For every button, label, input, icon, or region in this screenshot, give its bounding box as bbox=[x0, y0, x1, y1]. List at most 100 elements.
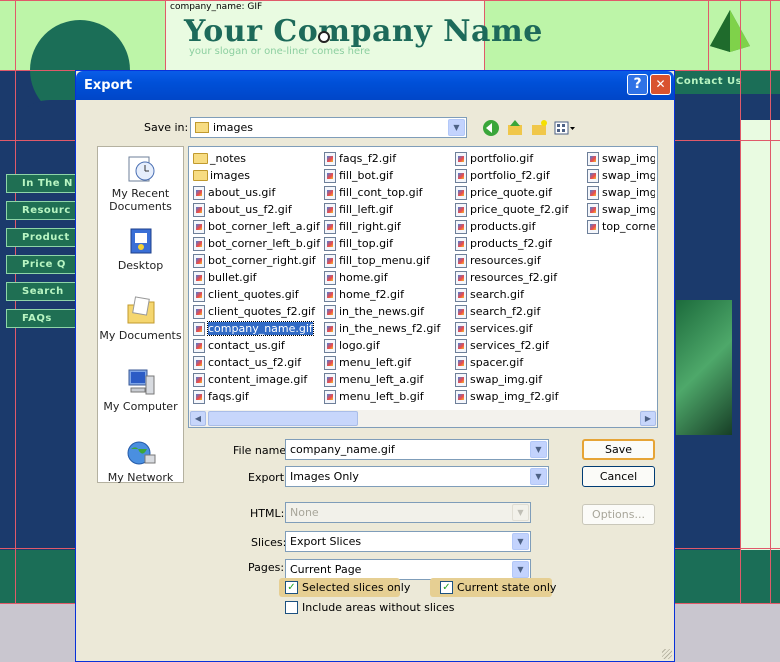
cancel-button[interactable]: Cancel bbox=[582, 466, 655, 487]
save-in-dropdown[interactable]: images ▼ bbox=[190, 117, 467, 138]
save-button[interactable]: Save bbox=[582, 439, 655, 460]
file-item[interactable]: portfolio_f2.gif bbox=[455, 167, 568, 184]
file-item[interactable]: search.gif bbox=[455, 286, 568, 303]
file-item[interactable]: products_f2.gif bbox=[455, 235, 568, 252]
gif-file-icon bbox=[587, 219, 599, 234]
gif-file-icon bbox=[324, 321, 336, 336]
file-item[interactable]: contact_us.gif bbox=[193, 337, 320, 354]
file-item[interactable]: swap_img_f2.gif bbox=[455, 388, 568, 405]
folder-item[interactable]: _notes bbox=[193, 150, 320, 167]
chevron-down-icon[interactable]: ▼ bbox=[512, 561, 529, 578]
file-name-input[interactable]: company_name.gif ▼ bbox=[285, 439, 549, 460]
file-item[interactable]: swap_img_ bbox=[587, 150, 655, 167]
nav-item-search[interactable]: Search bbox=[6, 282, 76, 301]
nav-item-news[interactable]: In The N bbox=[6, 174, 76, 193]
file-item[interactable]: portfolio.gif bbox=[455, 150, 568, 167]
file-item-selected[interactable]: company_name.gif bbox=[193, 320, 320, 337]
nav-item-resources[interactable]: Resourc bbox=[6, 201, 76, 220]
file-item[interactable]: spacer.gif bbox=[455, 354, 568, 371]
file-item[interactable]: fill_bot.gif bbox=[324, 167, 440, 184]
view-menu-icon[interactable] bbox=[554, 119, 576, 137]
file-item[interactable]: in_the_news_f2.gif bbox=[324, 320, 440, 337]
place-desktop[interactable]: Desktop bbox=[98, 225, 183, 272]
place-recent-documents[interactable]: My Recent Documents bbox=[98, 153, 183, 213]
file-item[interactable]: home_f2.gif bbox=[324, 286, 440, 303]
file-item[interactable]: price_quote.gif bbox=[455, 184, 568, 201]
nav-item-price[interactable]: Price Q bbox=[6, 255, 76, 274]
gif-file-icon bbox=[193, 338, 205, 353]
place-my-documents[interactable]: My Documents bbox=[98, 295, 183, 342]
file-item[interactable]: logo.gif bbox=[324, 337, 440, 354]
pages-dropdown[interactable]: Current Page ▼ bbox=[285, 559, 531, 580]
resize-grip-icon[interactable] bbox=[662, 649, 672, 659]
slices-dropdown[interactable]: Export Slices ▼ bbox=[285, 531, 531, 552]
scroll-thumb[interactable] bbox=[208, 411, 358, 426]
file-item[interactable]: client_quotes_f2.gif bbox=[193, 303, 320, 320]
export-dropdown[interactable]: Images Only ▼ bbox=[285, 466, 549, 487]
file-item[interactable]: fill_top_menu.gif bbox=[324, 252, 440, 269]
file-item[interactable]: top_corner bbox=[587, 218, 655, 235]
chevron-down-icon[interactable]: ▼ bbox=[530, 468, 547, 485]
folder-item[interactable]: images bbox=[193, 167, 320, 184]
selected-slices-checkbox[interactable]: ✓ Selected slices only bbox=[285, 581, 410, 594]
file-item[interactable]: faqs.gif bbox=[193, 388, 320, 405]
place-my-network[interactable]: My Network bbox=[98, 437, 183, 484]
save-in-label: Save in: bbox=[144, 121, 189, 134]
place-my-computer[interactable]: My Computer bbox=[98, 366, 183, 413]
file-list[interactable]: _notes images about_us.gif about_us_f2.g… bbox=[188, 146, 658, 428]
nav-item-products[interactable]: Product bbox=[6, 228, 76, 247]
up-folder-icon[interactable] bbox=[506, 119, 524, 137]
chevron-down-icon[interactable]: ▼ bbox=[448, 119, 465, 136]
file-item[interactable]: swap_img_ bbox=[587, 184, 655, 201]
file-item[interactable]: about_us.gif bbox=[193, 184, 320, 201]
chevron-down-icon[interactable]: ▼ bbox=[530, 441, 547, 458]
close-button[interactable]: ✕ bbox=[650, 74, 671, 95]
scroll-right-icon[interactable]: ▶ bbox=[640, 411, 656, 426]
file-item[interactable]: services.gif bbox=[455, 320, 568, 337]
file-item[interactable]: bot_corner_left_a.gif bbox=[193, 218, 320, 235]
gif-file-icon bbox=[455, 287, 467, 302]
file-item[interactable]: contact_us_f2.gif bbox=[193, 354, 320, 371]
file-item[interactable]: bullet.gif bbox=[193, 269, 320, 286]
title-bar[interactable]: Export ? ✕ bbox=[76, 71, 674, 100]
file-item[interactable]: fill_right.gif bbox=[324, 218, 440, 235]
horizontal-scrollbar[interactable]: ◀ ▶ bbox=[189, 410, 657, 427]
file-item[interactable]: content_image.gif bbox=[193, 371, 320, 388]
file-item[interactable]: products.gif bbox=[455, 218, 568, 235]
file-item[interactable]: bot_corner_right.gif bbox=[193, 252, 320, 269]
nav-item-faqs[interactable]: FAQs bbox=[6, 309, 76, 328]
gif-file-icon bbox=[324, 236, 336, 251]
file-item[interactable]: swap_img.gif bbox=[455, 371, 568, 388]
file-item[interactable]: fill_cont_top.gif bbox=[324, 184, 440, 201]
file-item[interactable]: about_us_f2.gif bbox=[193, 201, 320, 218]
help-button[interactable]: ? bbox=[627, 74, 648, 95]
file-item[interactable]: fill_top.gif bbox=[324, 235, 440, 252]
file-item[interactable]: swap_img_ bbox=[587, 167, 655, 184]
back-icon[interactable] bbox=[482, 119, 500, 137]
gif-file-icon bbox=[324, 168, 336, 183]
gif-file-icon bbox=[193, 372, 205, 387]
file-item[interactable]: resources_f2.gif bbox=[455, 269, 568, 286]
file-item[interactable]: client_quotes.gif bbox=[193, 286, 320, 303]
current-state-checkbox[interactable]: ✓ Current state only bbox=[440, 581, 556, 594]
file-item[interactable]: menu_left_a.gif bbox=[324, 371, 440, 388]
my-network-icon bbox=[127, 441, 155, 465]
file-item[interactable]: menu_left_b.gif bbox=[324, 388, 440, 405]
file-item[interactable]: fill_left.gif bbox=[324, 201, 440, 218]
scroll-left-icon[interactable]: ◀ bbox=[190, 411, 206, 426]
file-item[interactable]: services_f2.gif bbox=[455, 337, 568, 354]
file-item[interactable]: search_f2.gif bbox=[455, 303, 568, 320]
chevron-down-icon[interactable]: ▼ bbox=[512, 533, 529, 550]
include-areas-checkbox[interactable]: Include areas without slices bbox=[285, 601, 455, 614]
file-item[interactable]: resources.gif bbox=[455, 252, 568, 269]
file-item[interactable]: in_the_news.gif bbox=[324, 303, 440, 320]
chevron-down-icon: ▼ bbox=[512, 504, 529, 521]
file-item[interactable]: menu_left.gif bbox=[324, 354, 440, 371]
new-folder-icon[interactable] bbox=[530, 119, 548, 137]
file-item[interactable]: faqs_f2.gif bbox=[324, 150, 440, 167]
file-item[interactable]: home.gif bbox=[324, 269, 440, 286]
folder-icon bbox=[193, 153, 208, 164]
file-item[interactable]: bot_corner_left_b.gif bbox=[193, 235, 320, 252]
file-item[interactable]: swap_img_ bbox=[587, 201, 655, 218]
file-item[interactable]: price_quote_f2.gif bbox=[455, 201, 568, 218]
